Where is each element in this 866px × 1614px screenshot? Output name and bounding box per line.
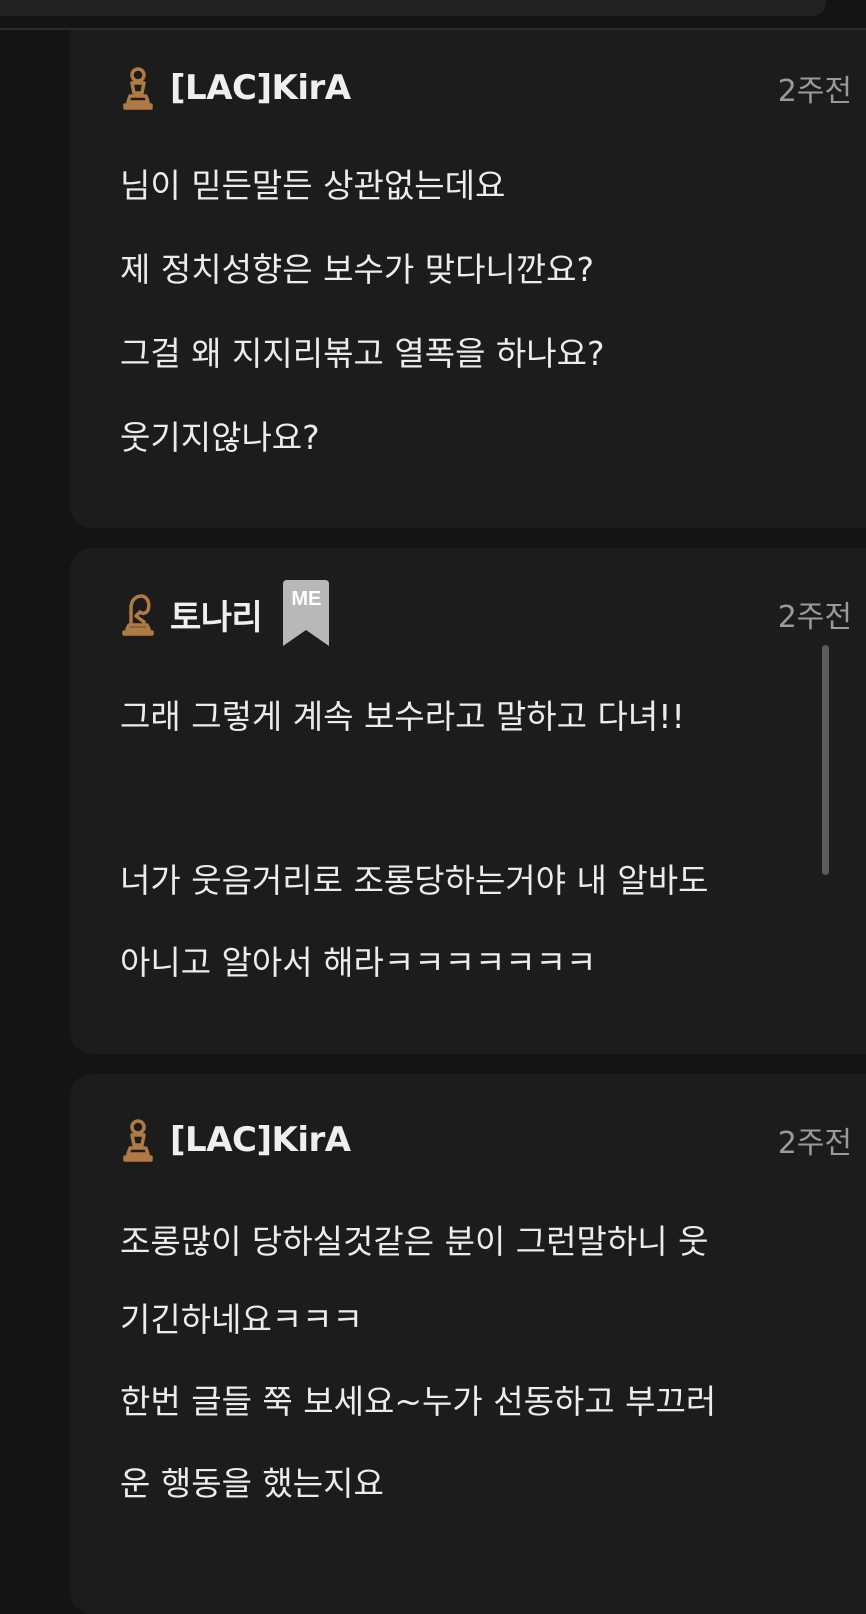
comment-text-line: 운 행동을 했는지요 (120, 1464, 384, 1503)
comment-text-line: 그걸 왜 지지리볶고 열폭을 하나요? (120, 334, 605, 373)
comment-text-line: 아니고 알아서 해라ㅋㅋㅋㅋㅋㅋㅋ (120, 943, 597, 982)
username[interactable]: 토나리 (170, 590, 263, 639)
me-badge-label: ME (291, 588, 322, 610)
comment-card: [LAC]KirA 2주전 조롱많이 당하실것같은 분이 그런말하니 웃 기긴하… (70, 1074, 866, 1614)
comment-text-line: 너가 웃음거리로 조롱당하는거야 내 알바도 (120, 861, 709, 900)
comment-header: [LAC]KirA 2주전 (120, 66, 852, 110)
comment-time: 2주전 (777, 74, 852, 109)
username[interactable]: [LAC]KirA (170, 1120, 351, 1160)
pawn-icon (120, 66, 156, 110)
pawn-icon (120, 1118, 156, 1162)
comment-text-line: 그래 그렇게 계속 보수라고 말하고 다녀!! (120, 697, 685, 736)
comment-text-line: 기긴하네요ㅋㅋㅋ (120, 1300, 363, 1339)
top-bar (0, 0, 826, 16)
comment-time: 2주전 (777, 600, 852, 635)
comment-card: [LAC]KirA 2주전 님이 믿든말든 상관없는데요 제 정치성향은 보수가… (70, 30, 866, 528)
me-badge: ME (280, 580, 332, 648)
comment-header: 토나리 ME 2주전 (120, 580, 852, 646)
comment-text-line: 웃기지않나요? (120, 418, 320, 457)
comment-card: 토나리 ME 2주전 그래 그렇게 계속 보수라고 말하고 다녀!! 너가 웃음… (70, 548, 866, 1054)
knight-icon (120, 592, 156, 636)
scrollbar[interactable] (822, 645, 829, 875)
comment-header: [LAC]KirA 2주전 (120, 1118, 852, 1162)
comment-text-line: 조롱많이 당하실것같은 분이 그런말하니 웃 (120, 1222, 709, 1261)
comment-time: 2주전 (777, 1126, 852, 1161)
username[interactable]: [LAC]KirA (170, 68, 351, 108)
comment-text-line: 님이 믿든말든 상관없는데요 (120, 166, 506, 205)
comment-text-line: 한번 글들 쭉 보세요~누가 선동하고 부끄러 (120, 1382, 717, 1421)
comment-text-line: 제 정치성향은 보수가 맞다니깐요? (120, 250, 595, 289)
